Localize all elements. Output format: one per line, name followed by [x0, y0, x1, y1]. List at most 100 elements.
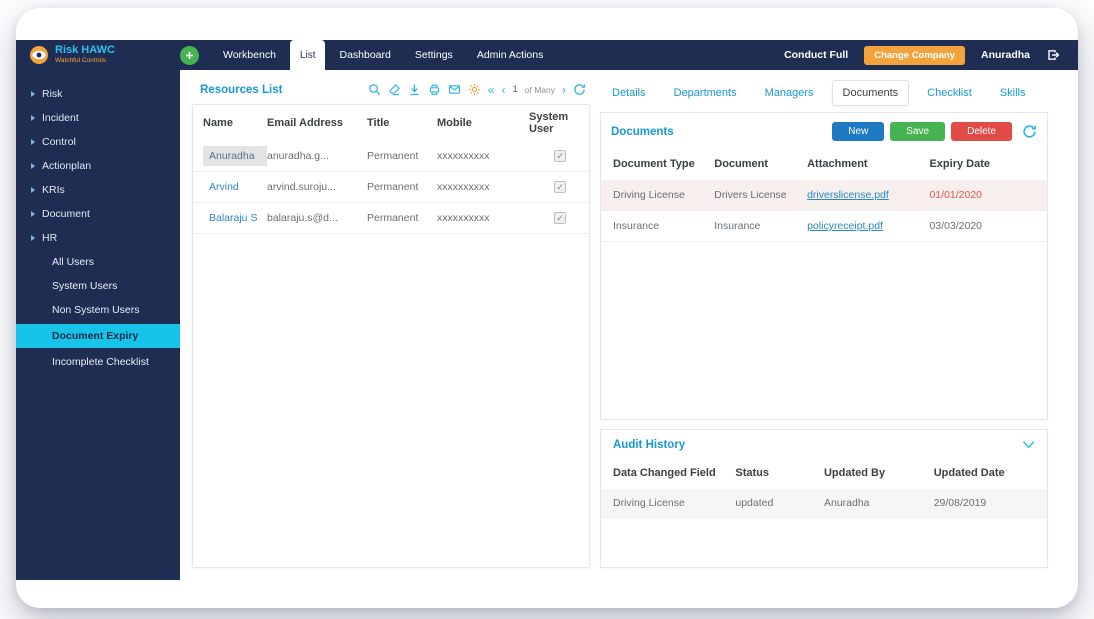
changed-field-cell: Driving License: [613, 497, 685, 509]
app-window: Risk HAWC Watchful Controls Workbench Li…: [16, 8, 1078, 608]
menu-item-admin-actions[interactable]: Admin Actions: [467, 40, 554, 70]
tab-managers[interactable]: Managers: [755, 81, 824, 105]
menu-item-dashboard[interactable]: Dashboard: [329, 40, 400, 70]
mobile-cell: xxxxxxxxxx: [437, 150, 490, 162]
audit-history-title: Audit History: [613, 439, 686, 451]
topbar-right: Conduct Full Change Company Anuradha: [784, 40, 1078, 70]
sidebar-item-incident[interactable]: Incident: [16, 106, 180, 130]
sidebar-item-kris[interactable]: KRIs: [16, 178, 180, 202]
sidebar-item-incomplete-checklist[interactable]: Incomplete Checklist: [16, 350, 180, 374]
sidebar-item-label: Actionplan: [42, 160, 92, 172]
sidebar-item-document[interactable]: Document: [16, 202, 180, 226]
tab-checklist[interactable]: Checklist: [917, 81, 982, 105]
title-cell: Permanent: [367, 150, 419, 162]
search-icon[interactable]: [368, 83, 381, 96]
chevron-right-icon: [31, 115, 35, 121]
system-user-checkbox[interactable]: [554, 181, 566, 193]
col-header: Status: [735, 467, 769, 479]
email-cell: arvind.suroju...: [267, 181, 336, 193]
col-header: Updated By: [823, 467, 886, 479]
email-icon[interactable]: [448, 83, 461, 96]
system-user-checkbox[interactable]: [554, 150, 566, 162]
resources-header: Resources List « ‹ 1 of Many ›: [192, 78, 590, 104]
eye-logo-icon: [29, 45, 49, 65]
table-row[interactable]: Anuradha anuradha.g... Permanent xxxxxxx…: [193, 141, 589, 172]
sidebar-item-all-users[interactable]: All Users: [16, 250, 180, 274]
title-cell: Permanent: [367, 212, 419, 224]
table-row[interactable]: Insurance Insurance policyreceipt.pdf 03…: [601, 211, 1047, 242]
menu-item-workbench[interactable]: Workbench: [213, 40, 286, 70]
documents-section: Documents New Save Delete Document Type …: [600, 112, 1048, 420]
plus-icon: [184, 50, 195, 61]
eraser-icon[interactable]: [388, 83, 401, 96]
add-button[interactable]: [180, 45, 199, 65]
sidebar-item-label: Control: [42, 136, 76, 148]
audit-history-header: Audit History: [601, 430, 1047, 457]
attachment-link[interactable]: driverslicense.pdf: [807, 189, 929, 201]
document-cell: Insurance: [714, 220, 761, 232]
user-name-link[interactable]: Arvind: [203, 177, 267, 197]
menu-item-settings[interactable]: Settings: [405, 40, 463, 70]
new-button[interactable]: New: [832, 122, 885, 141]
col-header: Mobile: [437, 117, 472, 129]
col-header: Title: [367, 117, 390, 129]
user-name-link[interactable]: Anuradha: [203, 146, 267, 166]
document-cell: Drivers License: [714, 189, 787, 201]
detail-tabs: Details Departments Managers Documents C…: [600, 78, 1048, 112]
tab-documents[interactable]: Documents: [831, 80, 910, 106]
documents-table-header: Document Type Document Attachment Expiry…: [601, 148, 1047, 180]
download-icon[interactable]: [408, 83, 421, 96]
table-row[interactable]: Driving License Drivers License driversl…: [601, 180, 1047, 211]
sidebar-item-label: Incident: [42, 112, 79, 124]
save-button[interactable]: Save: [890, 122, 946, 141]
table-row[interactable]: Driving License updated Anuradha 29/08/2…: [601, 489, 1047, 518]
detail-panel: Details Departments Managers Documents C…: [600, 78, 1048, 568]
table-row[interactable]: Balaraju S balaraju.s@d... Permanent xxx…: [193, 203, 589, 234]
table-row[interactable]: Arvind arvind.suroju... Permanent xxxxxx…: [193, 172, 589, 203]
col-header: Document: [714, 158, 769, 170]
documents-header: Documents New Save Delete: [601, 113, 1047, 148]
sidebar-item-actionplan[interactable]: Actionplan: [16, 154, 180, 178]
tab-details[interactable]: Details: [602, 81, 656, 105]
sidebar-item-document-expiry[interactable]: Document Expiry: [16, 324, 180, 348]
sidebar-item-risk[interactable]: Risk: [16, 82, 180, 106]
resources-table-header: Name Email Address Title Mobile System U…: [193, 105, 589, 141]
col-header: Expiry Date: [929, 158, 990, 170]
system-user-checkbox[interactable]: [554, 212, 566, 224]
resources-title: Resources List: [200, 83, 283, 96]
sidebar-item-non-system-users[interactable]: Non System Users: [16, 298, 180, 322]
col-header: System User: [529, 111, 569, 135]
first-page-icon[interactable]: «: [488, 84, 495, 96]
sidebar-item-control[interactable]: Control: [16, 130, 180, 154]
col-header: Document Type: [613, 158, 695, 170]
attachment-link[interactable]: policyreceipt.pdf: [807, 220, 929, 232]
delete-button[interactable]: Delete: [951, 122, 1012, 141]
chevron-right-icon: [31, 211, 35, 217]
page-number: 1: [512, 84, 518, 95]
tab-departments[interactable]: Departments: [664, 81, 747, 105]
col-header: Updated Date: [933, 467, 1005, 479]
print-icon[interactable]: [428, 83, 441, 96]
sidebar-item-label: HR: [42, 232, 58, 244]
chevron-down-icon[interactable]: [1022, 440, 1035, 450]
sidebar-item-hr[interactable]: HR: [16, 226, 180, 250]
sidebar-item-system-users[interactable]: System Users: [16, 274, 180, 298]
document-type-cell: Insurance: [613, 220, 660, 232]
user-name-link[interactable]: Balaraju S: [203, 208, 267, 228]
next-page-icon[interactable]: ›: [562, 84, 566, 96]
logout-icon[interactable]: [1046, 48, 1060, 62]
main-area: Risk Incident Control Actionplan KRIs Do…: [16, 70, 1078, 580]
menu-item-list[interactable]: List: [289, 40, 326, 70]
email-cell: anuradha.g...: [267, 150, 329, 162]
gear-icon[interactable]: [468, 83, 481, 96]
change-company-button[interactable]: Change Company: [864, 45, 965, 65]
tab-skills[interactable]: Skills: [990, 81, 1036, 105]
brand: Risk HAWC Watchful Controls: [16, 40, 180, 70]
title-cell: Permanent: [367, 181, 419, 193]
col-header: Email Address: [267, 117, 344, 129]
refresh-icon[interactable]: [573, 83, 586, 96]
refresh-icon[interactable]: [1022, 124, 1037, 139]
prev-page-icon[interactable]: ‹: [501, 84, 505, 96]
user-name[interactable]: Anuradha: [981, 49, 1030, 61]
document-type-cell: Driving License: [613, 189, 685, 201]
